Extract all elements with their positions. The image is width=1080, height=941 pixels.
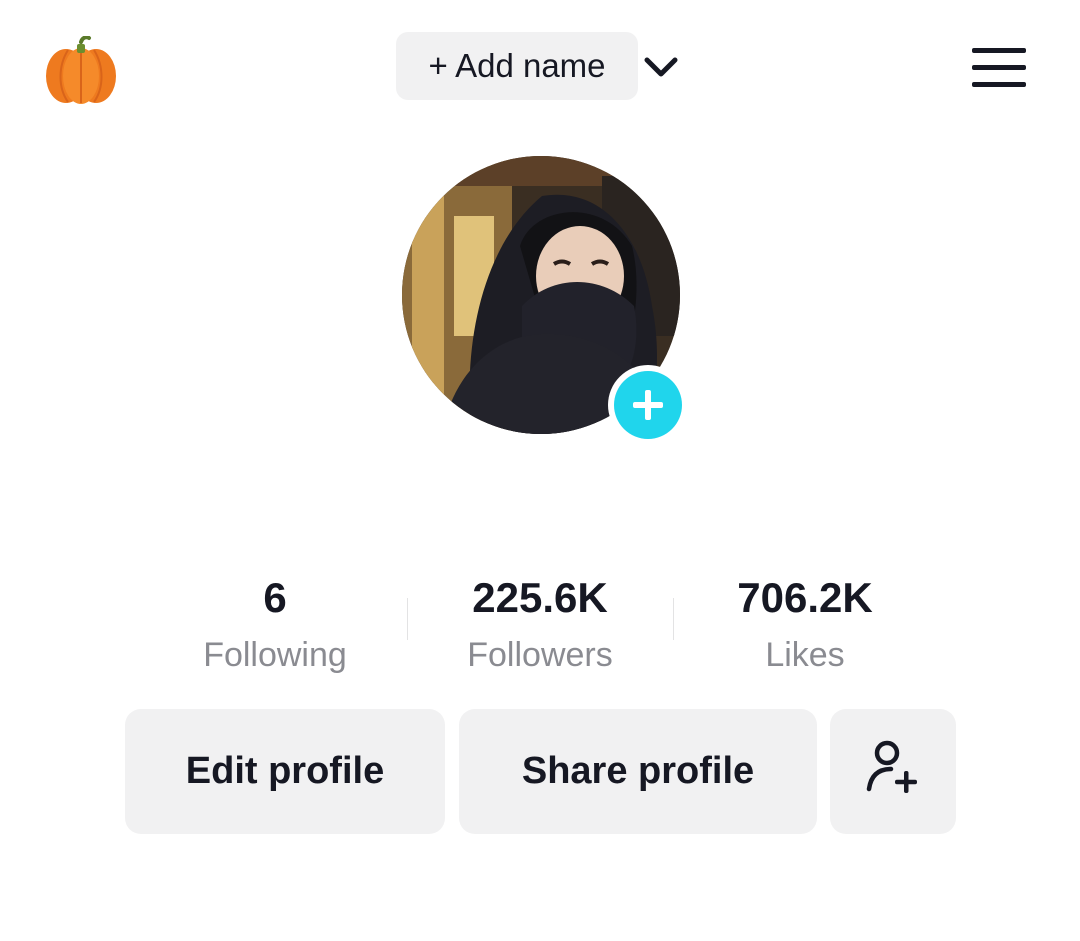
followers-label: Followers (467, 636, 613, 674)
add-friend-button[interactable] (830, 709, 956, 834)
stat-followers[interactable]: 225.6K Followers (410, 570, 670, 680)
stat-likes[interactable]: 706.2K Likes (675, 570, 935, 680)
stat-divider (407, 598, 408, 640)
add-avatar-button[interactable] (608, 365, 688, 445)
share-profile-label: Share profile (521, 750, 755, 792)
chevron-down-icon[interactable] (642, 50, 680, 84)
stat-following[interactable]: 6 Following (145, 570, 405, 680)
likes-count: 706.2K (737, 574, 873, 621)
likes-label: Likes (765, 636, 845, 674)
add-user-icon (861, 735, 925, 809)
stat-divider (673, 598, 674, 640)
add-name-label: + Add name (428, 47, 606, 84)
pumpkin-icon (44, 35, 118, 106)
hamburger-menu-icon[interactable] (970, 44, 1028, 92)
edit-profile-label: Edit profile (185, 750, 385, 792)
share-profile-button[interactable]: Share profile (459, 709, 817, 834)
add-name-button[interactable]: + Add name (396, 32, 638, 100)
plus-icon (614, 371, 682, 439)
following-label: Following (203, 636, 347, 674)
followers-count: 225.6K (472, 574, 608, 621)
following-count: 6 (263, 574, 287, 621)
edit-profile-button[interactable]: Edit profile (125, 709, 445, 834)
